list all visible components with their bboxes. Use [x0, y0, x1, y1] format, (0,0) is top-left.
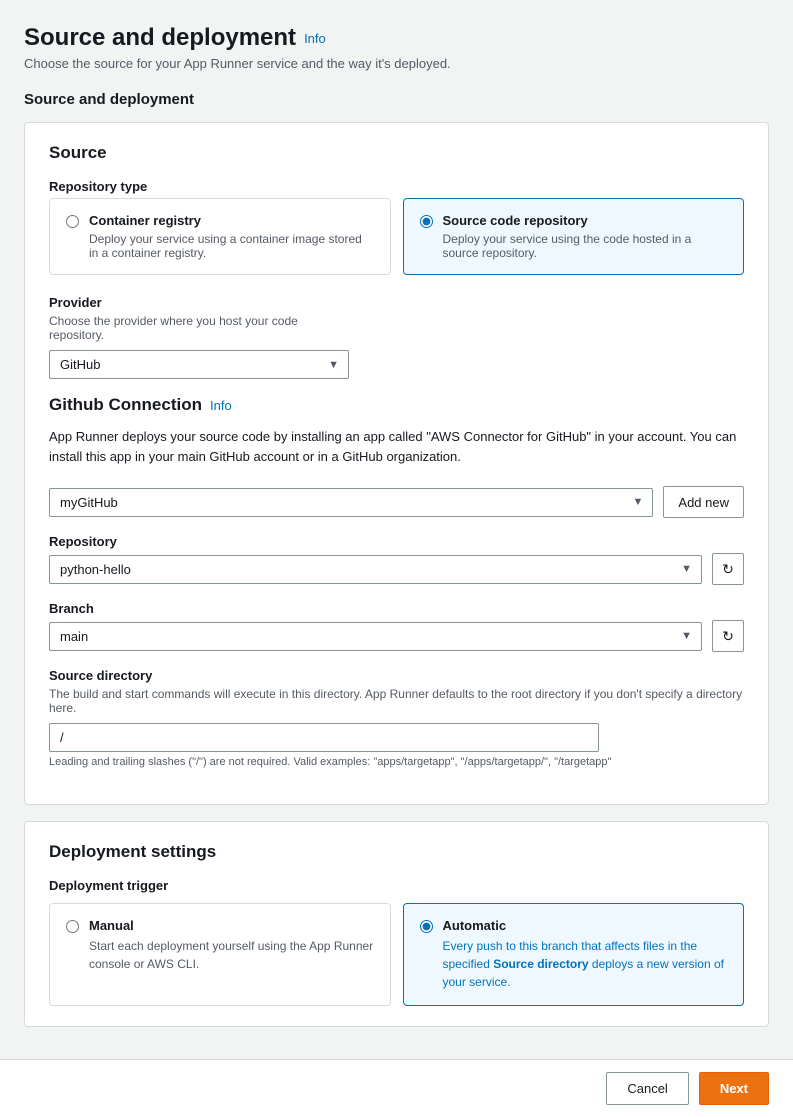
- deployment-trigger-radio-group: Manual Start each deployment yourself us…: [49, 903, 744, 1006]
- footer: Cancel Next: [0, 1059, 793, 1117]
- deployment-trigger-label: Deployment trigger: [49, 878, 744, 893]
- github-connection-section: Github Connection Info App Runner deploy…: [49, 395, 744, 768]
- container-registry-option[interactable]: Container registry Deploy your service u…: [49, 198, 391, 275]
- deployment-settings-card: Deployment settings Deployment trigger M…: [24, 821, 769, 1027]
- github-connection-desc: App Runner deploys your source code by i…: [49, 427, 744, 466]
- source-directory-field: Source directory The build and start com…: [49, 668, 744, 768]
- source-directory-note: Leading and trailing slashes ("/") are n…: [49, 756, 744, 768]
- container-registry-radio[interactable]: [66, 215, 79, 228]
- provider-label: Provider: [49, 295, 349, 310]
- manual-title: Manual: [89, 918, 374, 933]
- provider-select[interactable]: GitHub Bitbucket: [49, 350, 349, 379]
- source-code-repository-content: Source code repository Deploy your servi…: [443, 213, 728, 260]
- source-code-repository-desc: Deploy your service using the code hoste…: [443, 232, 728, 260]
- connection-select-wrapper: myGitHub ▼: [49, 488, 653, 517]
- page-info-link[interactable]: Info: [304, 31, 326, 46]
- repository-type-label: Repository type: [49, 179, 744, 194]
- provider-hint: Choose the provider where you host your …: [49, 314, 349, 342]
- refresh-icon: ↻: [722, 561, 734, 578]
- source-card-title: Source: [49, 143, 744, 163]
- branch-field: Branch main ▼ ↻: [49, 601, 744, 652]
- provider-select-wrapper: GitHub Bitbucket ▼: [49, 350, 349, 379]
- source-directory-label: Source directory: [49, 668, 744, 683]
- manual-radio[interactable]: [66, 920, 79, 933]
- source-code-repository-radio[interactable]: [420, 215, 433, 228]
- repository-type-radio-group: Container registry Deploy your service u…: [49, 198, 744, 275]
- repository-type-field: Repository type Container registry Deplo…: [49, 179, 744, 275]
- next-button[interactable]: Next: [699, 1072, 769, 1105]
- branch-refresh-button[interactable]: ↻: [712, 620, 744, 652]
- source-directory-hint: The build and start commands will execut…: [49, 687, 744, 715]
- container-registry-content: Container registry Deploy your service u…: [89, 213, 374, 260]
- repository-field: Repository python-hello ▼ ↻: [49, 534, 744, 585]
- connection-select[interactable]: myGitHub: [49, 488, 653, 517]
- automatic-desc: Every push to this branch that affects f…: [443, 937, 728, 991]
- manual-option[interactable]: Manual Start each deployment yourself us…: [49, 903, 391, 1006]
- source-directory-input[interactable]: [49, 723, 599, 752]
- cancel-button[interactable]: Cancel: [606, 1072, 688, 1105]
- section-header: Source and deployment: [24, 91, 769, 108]
- page-title: Source and deployment: [24, 24, 296, 52]
- automatic-title: Automatic: [443, 918, 728, 933]
- automatic-radio[interactable]: [420, 920, 433, 933]
- manual-content: Manual Start each deployment yourself us…: [89, 918, 374, 973]
- branch-select-wrapper: main ▼: [49, 622, 702, 651]
- branch-label: Branch: [49, 601, 744, 616]
- branch-refresh-icon: ↻: [722, 628, 734, 645]
- github-connection-title: Github Connection: [49, 395, 202, 415]
- github-connection-header: Github Connection Info: [49, 395, 744, 415]
- automatic-option[interactable]: Automatic Every push to this branch that…: [403, 903, 745, 1006]
- branch-select[interactable]: main: [49, 622, 702, 651]
- provider-field: Provider Choose the provider where you h…: [49, 295, 349, 379]
- repository-label: Repository: [49, 534, 744, 549]
- add-new-button[interactable]: Add new: [663, 486, 744, 518]
- automatic-content: Automatic Every push to this branch that…: [443, 918, 728, 991]
- repository-select-wrapper: python-hello ▼: [49, 555, 702, 584]
- container-registry-title: Container registry: [89, 213, 374, 228]
- github-connection-row: myGitHub ▼ Add new: [49, 486, 744, 518]
- repository-select[interactable]: python-hello: [49, 555, 702, 584]
- page-subtitle: Choose the source for your App Runner se…: [24, 56, 769, 71]
- github-connection-info-link[interactable]: Info: [210, 398, 232, 413]
- source-code-repository-title: Source code repository: [443, 213, 728, 228]
- repository-refresh-button[interactable]: ↻: [712, 553, 744, 585]
- manual-desc: Start each deployment yourself using the…: [89, 937, 374, 973]
- repository-row: python-hello ▼ ↻: [49, 553, 744, 585]
- branch-row: main ▼ ↻: [49, 620, 744, 652]
- source-card: Source Repository type Container registr…: [24, 122, 769, 805]
- deployment-settings-title: Deployment settings: [49, 842, 744, 862]
- container-registry-desc: Deploy your service using a container im…: [89, 232, 374, 260]
- source-code-repository-option[interactable]: Source code repository Deploy your servi…: [403, 198, 745, 275]
